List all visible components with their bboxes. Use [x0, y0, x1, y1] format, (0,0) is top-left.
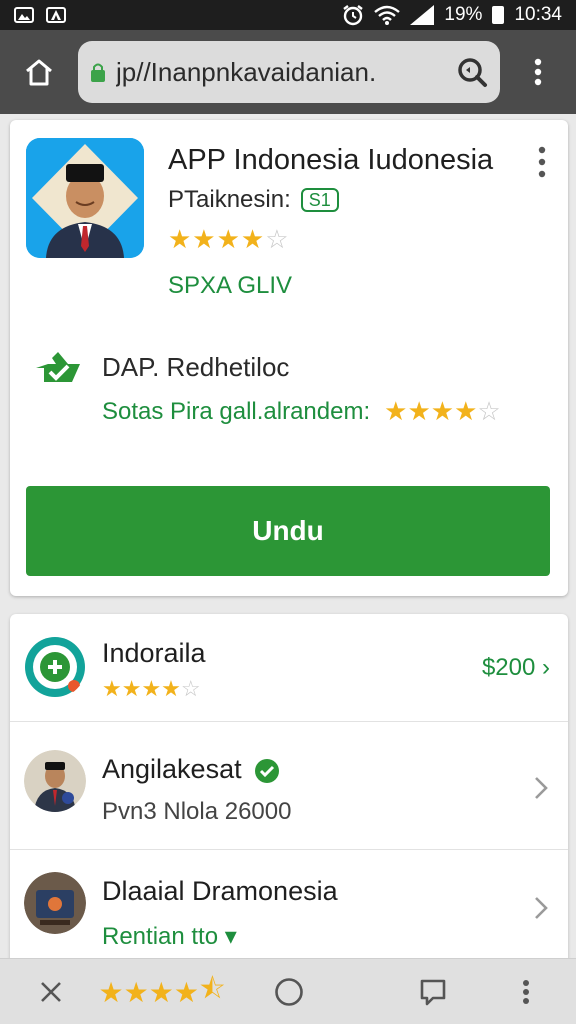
app-overflow-menu-icon[interactable] [530, 142, 554, 182]
system-status: 19% 10:34 [342, 4, 562, 26]
list-item-stars: ★★★★☆ [102, 676, 201, 702]
home-icon [26, 59, 52, 86]
shield-check-icon [36, 352, 80, 382]
list-item-subtitle: Pvn3 Nlola 26000 [102, 798, 292, 825]
list-item-thumbnail [24, 872, 86, 934]
list-item-subtitle-text: Rentian tto [102, 923, 219, 950]
list-item-empty-star: ☆ [180, 676, 201, 701]
browser-menu-button[interactable] [500, 30, 576, 114]
permission-subtitle: Sotas Pira gall.alrandem: [102, 397, 371, 425]
list-item-subtitle: Rentian tto ▾ [102, 922, 237, 951]
close-button[interactable] [34, 975, 68, 1009]
related-apps-list: Indoraila ★★★★☆ $200 › Angilakesat Pvn3 … [10, 614, 568, 964]
rating-filled-stars: ★★★★ [168, 224, 266, 254]
rating-stars-button[interactable]: ★★★★ ⯪ [98, 973, 226, 1009]
more-vert-icon [534, 58, 542, 86]
battery-icon [492, 6, 505, 24]
list-item-title: Angilakesat [102, 754, 280, 785]
app-detail-card: APP Indonesia Iudonesia PTaiknesin: S1 ★… [10, 120, 568, 596]
list-item[interactable]: Angilakesat Pvn3 Nlola 26000 [10, 722, 568, 850]
alarm-icon [343, 5, 364, 26]
app-icon [26, 138, 144, 258]
list-item-icon [24, 636, 86, 698]
circle-home-icon [275, 978, 303, 1006]
lock-icon [91, 63, 105, 82]
install-button[interactable]: Undu [26, 486, 550, 576]
verified-check-icon [255, 758, 280, 783]
list-item-filled-stars: ★★★★ [102, 676, 181, 701]
permission-filled-stars: ★★★★ [384, 396, 478, 426]
address-bar[interactable]: jp//Inanpnkavaidanian. [78, 41, 500, 103]
chevron-right-icon: › [542, 654, 550, 681]
list-item-title: Dlaaial Dramonesia [102, 876, 338, 906]
app-icon-portrait [26, 138, 144, 258]
price-label: SPXA GLIV [168, 272, 293, 299]
notification-icons [14, 7, 66, 23]
more-vert-icon [523, 980, 529, 1004]
list-item-title-text: Angilakesat [102, 754, 242, 784]
search-icon[interactable] [456, 56, 488, 88]
close-icon [41, 982, 61, 1002]
signal-icon [410, 5, 435, 25]
developer-badge: S1 [300, 188, 339, 212]
nav-filled-stars: ★★★★ [98, 976, 199, 1008]
permission-stars: ★★★★☆ [384, 396, 501, 427]
nav-half-star: ⯪ [198, 973, 226, 1004]
chevron-right-icon[interactable] [534, 776, 548, 800]
bottom-navigation-bar: ★★★★ ⯪ [0, 958, 576, 1024]
developer-name[interactable]: PTaiknesin: [168, 186, 291, 214]
clock: 10:34 [514, 4, 562, 25]
wifi-icon [374, 5, 401, 25]
permission-title: DAP. Redhetiloc [102, 352, 290, 382]
home-button[interactable] [0, 30, 78, 114]
browser-toolbar: jp//Inanpnkavaidanian. [0, 30, 576, 114]
list-item-price-value: $200 [481, 654, 536, 681]
status-bar: 19% 10:34 [0, 0, 576, 30]
permission-row: Sotas Pira gall.alrandem: ★★★★☆ [102, 396, 501, 427]
recents-button[interactable] [418, 975, 448, 1009]
recents-square-icon [420, 979, 446, 1006]
permission-empty-star: ☆ [477, 396, 501, 426]
nav-more-button[interactable] [516, 975, 536, 1009]
rating-empty-star: ☆ [265, 224, 290, 254]
dropdown-arrow-icon: ▾ [224, 923, 237, 950]
list-item-price[interactable]: $200 › [482, 654, 550, 682]
image-notification-icon [14, 7, 34, 23]
list-item-title: Indoraila [102, 638, 206, 668]
list-item[interactable]: Dlaaial Dramonesia Rentian tto ▾ [10, 850, 568, 964]
app-title: APP Indonesia Iudonesia [168, 144, 494, 176]
developer-row: PTaiknesin: S1 [168, 186, 339, 214]
chevron-right-icon[interactable] [534, 896, 548, 920]
store-notification-icon [46, 7, 66, 23]
list-item[interactable]: Indoraila ★★★★☆ $200 › [10, 614, 568, 722]
list-item-avatar [24, 750, 86, 812]
app-rating-stars: ★★★★☆ [168, 224, 290, 255]
url-text: jp//Inanpnkavaidanian. [116, 56, 377, 87]
battery-percent: 19% [444, 4, 483, 25]
home-circle-button[interactable] [272, 975, 306, 1009]
